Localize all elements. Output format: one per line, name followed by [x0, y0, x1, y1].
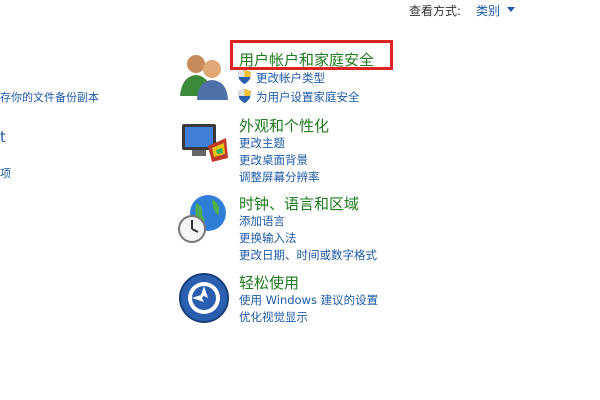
link-optimize-visual-display[interactable]: 优化视觉显示: [239, 309, 308, 325]
link-family-safety[interactable]: 为用户设置家庭安全: [256, 89, 360, 105]
link-adjust-resolution[interactable]: 调整屏幕分辨率: [239, 169, 320, 185]
link-add-language[interactable]: 添加语言: [239, 213, 285, 229]
left-link-backup[interactable]: 存你的文件备份副本: [0, 89, 99, 105]
monitor-palette-icon[interactable]: [178, 118, 230, 170]
globe-clock-icon[interactable]: [178, 193, 230, 245]
uac-shield-icon: [238, 70, 251, 84]
link-change-theme[interactable]: 更改主题: [239, 135, 285, 151]
users-icon[interactable]: [178, 48, 230, 100]
highlight-box: [230, 40, 393, 70]
group-heading-clock-language-region[interactable]: 时钟、语言和区域: [239, 193, 359, 214]
link-change-input-method[interactable]: 更换输入法: [239, 230, 297, 246]
left-link-3[interactable]: 项: [0, 165, 11, 181]
ease-of-access-icon[interactable]: [178, 272, 230, 324]
uac-shield-icon: [238, 89, 251, 103]
group-heading-appearance[interactable]: 外观和个性化: [239, 115, 329, 136]
chevron-down-icon[interactable]: [507, 7, 515, 12]
view-by-dropdown[interactable]: 类别: [476, 2, 500, 19]
left-link-2[interactable]: t: [0, 128, 6, 146]
link-recommended-settings[interactable]: 使用 Windows 建议的设置: [239, 292, 378, 308]
link-change-account-type[interactable]: 更改帐户类型: [256, 70, 325, 86]
link-change-desktop-background[interactable]: 更改桌面背景: [239, 152, 308, 168]
group-heading-ease-of-access[interactable]: 轻松使用: [239, 272, 299, 293]
link-change-date-time-format[interactable]: 更改日期、时间或数字格式: [239, 247, 377, 263]
view-by-label: 查看方式:: [409, 4, 462, 18]
